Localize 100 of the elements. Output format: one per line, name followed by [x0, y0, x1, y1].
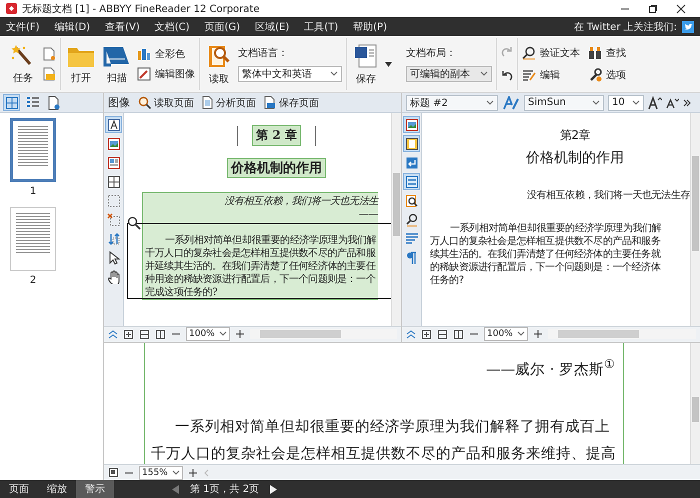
chapter-heading: 第2章: [560, 129, 590, 142]
menu-item[interactable]: 文件(F): [6, 20, 40, 34]
options-button[interactable]: 选项: [588, 68, 626, 82]
edit-image-icon: [137, 67, 151, 81]
vertical-scrollbar[interactable]: [391, 113, 401, 326]
collapse-icon[interactable]: [108, 329, 118, 340]
zoom-dropdown[interactable]: 100%: [186, 327, 230, 342]
table-area-tool[interactable]: [105, 173, 122, 190]
collapse-icon[interactable]: [406, 329, 416, 340]
save-button[interactable]: 保存: [351, 40, 381, 88]
font-style-icon[interactable]: [502, 96, 520, 110]
save-page-icon: [264, 96, 276, 109]
text-area-tool[interactable]: [105, 116, 122, 133]
analyze-page-button[interactable]: 分析页面: [202, 96, 256, 110]
zoom-dropdown[interactable]: 155%: [139, 466, 183, 480]
dropdown-arrow-icon[interactable]: [385, 62, 392, 66]
menu-item[interactable]: 文档(C): [154, 20, 190, 34]
paragraph-style-dropdown[interactable]: 标题 #2: [406, 94, 498, 110]
find-button[interactable]: 查找: [588, 46, 626, 60]
picture-area-tool[interactable]: [105, 135, 122, 152]
more-chevrons-icon[interactable]: [683, 98, 691, 106]
caret-icon: [218, 331, 227, 338]
hand-icon: [106, 270, 120, 284]
app-logo-icon: [6, 3, 17, 14]
fit-height-icon[interactable]: [453, 328, 464, 340]
font-size-dropdown[interactable]: 10: [608, 94, 644, 110]
page-thumbnail[interactable]: [10, 118, 56, 182]
fit-width-icon[interactable]: [437, 328, 448, 340]
decrease-font-icon[interactable]: [666, 96, 679, 109]
open-image-icon[interactable]: [42, 67, 56, 81]
zoom-in-icon[interactable]: [234, 329, 245, 340]
vertical-scrollbar[interactable]: [690, 342, 700, 464]
delete-area-icon: [106, 212, 120, 226]
table-picture-area-tool[interactable]: [105, 154, 122, 171]
status-tab[interactable]: 警示: [76, 480, 114, 498]
fit-width-icon[interactable]: [139, 328, 150, 340]
thumbnails-view-icon: [4, 96, 18, 110]
status-tab[interactable]: 缩放: [38, 480, 76, 498]
next-page-icon[interactable]: [269, 484, 278, 494]
picture-area-tool[interactable]: [403, 116, 420, 133]
task-button[interactable]: 任务: [8, 42, 38, 86]
save-page-button[interactable]: 保存页面: [264, 96, 319, 110]
compare-lines-tool[interactable]: [403, 173, 420, 190]
magnifier-icon: [138, 96, 151, 109]
fit-height-icon[interactable]: [155, 328, 166, 340]
document-magnifier-tool[interactable]: [403, 192, 420, 209]
font-dropdown[interactable]: SimSun: [524, 94, 604, 110]
details-view-icon: [26, 96, 40, 110]
thumbnails-view-button[interactable]: [3, 94, 20, 111]
epigraph-text: 没有相互依赖，我们将一天也无法生存: [526, 189, 690, 202]
full-color-button[interactable]: 全彩色: [137, 47, 195, 61]
verify-text-button[interactable]: 验证文本: [522, 46, 580, 60]
horizontal-scrollbar[interactable]: [250, 329, 397, 340]
scan-button[interactable]: 扫描: [101, 42, 133, 86]
page-text-line: 千万人口的复杂社会是怎样相互提供数不尽的产品和服: [145, 247, 376, 260]
frame-tool[interactable]: [403, 135, 420, 152]
fit-page-icon[interactable]: [123, 328, 134, 340]
delete-area-tool[interactable]: [105, 211, 122, 228]
caret-icon: [330, 71, 338, 77]
menu-item[interactable]: 页面(G): [204, 20, 240, 34]
language-dropdown[interactable]: 繁体中文和英语: [238, 66, 342, 82]
restore-icon[interactable]: [648, 4, 658, 14]
new-document-icon[interactable]: [42, 47, 56, 61]
chapter-title: 价格机制的作用: [526, 152, 624, 165]
vertical-scrollbar[interactable]: [690, 113, 700, 326]
increase-font-icon[interactable]: [648, 96, 662, 110]
menu-item[interactable]: 工具(T): [304, 20, 338, 34]
chapter-heading: 第 2 章: [252, 125, 301, 146]
page-thumbnail[interactable]: [10, 207, 56, 271]
follow-twitter-link[interactable]: 在 Twitter 上关注我们:: [574, 20, 677, 34]
background-area-icon: [106, 194, 120, 208]
undo-icon[interactable]: [501, 70, 513, 82]
document-magnifier-icon: [404, 194, 418, 208]
layout-dropdown[interactable]: 可编辑的副本: [406, 66, 492, 82]
read-button[interactable]: 读取: [204, 40, 234, 88]
status-tab[interactable]: 页面: [0, 480, 38, 498]
previous-page-icon[interactable]: [172, 484, 180, 494]
menu-item[interactable]: 帮助(P): [353, 20, 387, 34]
zoom-in-icon[interactable]: [532, 329, 543, 340]
fit-page-icon[interactable]: [421, 328, 432, 340]
zoom-dropdown[interactable]: 100%: [484, 327, 528, 342]
edit-image-button[interactable]: 编辑图像: [137, 67, 195, 81]
caret-icon: [172, 470, 180, 476]
zoomed-text-line: 一系列相对简单但却很重要的经济学原理为我们解释了拥有成百上: [174, 418, 610, 437]
caret-icon: [486, 100, 494, 106]
page-number: 2: [30, 275, 36, 286]
zoom-window-icon[interactable]: [108, 467, 119, 478]
hand-tool[interactable]: [105, 268, 122, 285]
edit-button[interactable]: 编辑: [522, 68, 580, 82]
close-icon[interactable]: [676, 4, 686, 14]
text-lines-icon: [404, 232, 418, 246]
read-page-button[interactable]: 读取页面: [138, 96, 194, 110]
menu-item[interactable]: 查看(V): [105, 20, 140, 34]
menu-item[interactable]: 区域(E): [255, 20, 290, 34]
horizontal-scrollbar[interactable]: [548, 329, 696, 340]
open-button[interactable]: 打开: [65, 42, 97, 86]
bird-icon[interactable]: [682, 20, 694, 32]
menu-item[interactable]: 编辑(D): [54, 20, 90, 34]
picture-area-icon: [106, 136, 120, 150]
zoom-in-icon[interactable]: [188, 468, 198, 478]
